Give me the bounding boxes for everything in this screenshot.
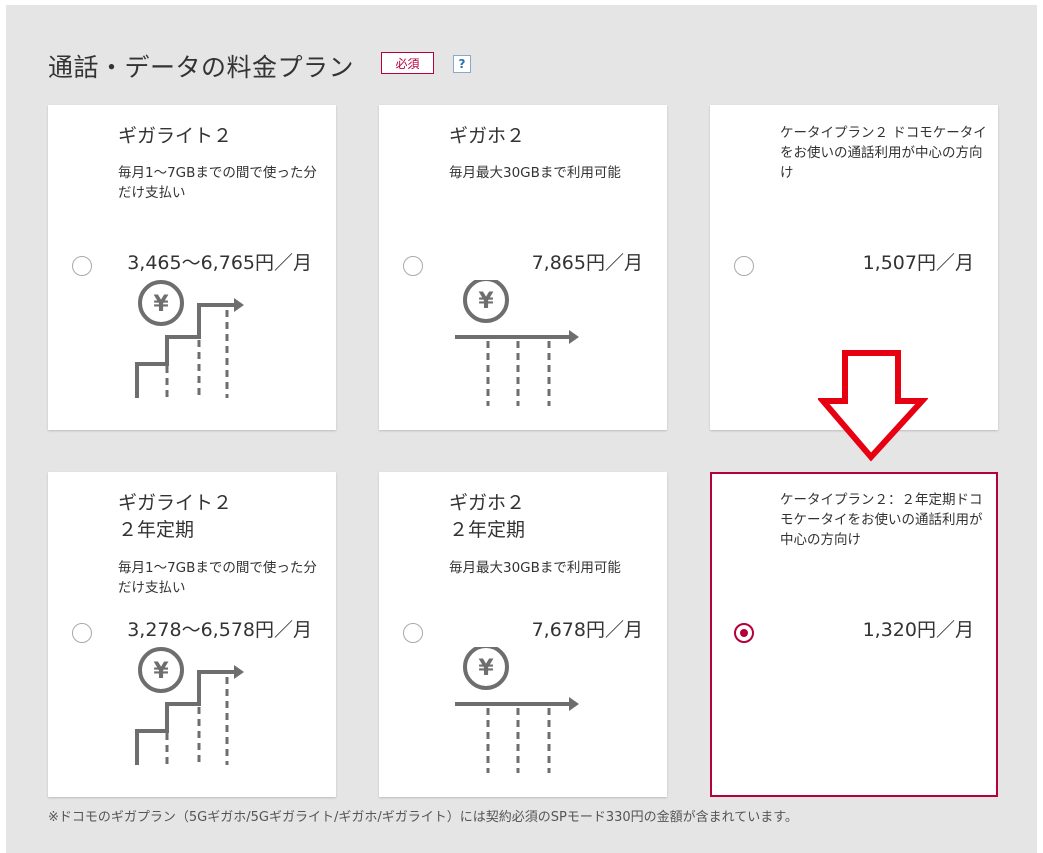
- plan-card-gigalite2[interactable]: ギガライト２ 毎月1〜7GBまでの間で使った分だけ支払い 3,465〜6,765…: [48, 105, 336, 430]
- plan-description: ケータイプラン２：２年定期ドコモケータイをお使いの通話利用が中心の方向け: [780, 492, 983, 548]
- flat-usage-yen-icon: ¥: [455, 647, 579, 773]
- plan-radio-button-selected[interactable]: [734, 623, 754, 643]
- stepped-usage-yen-icon: ¥: [135, 280, 244, 398]
- required-badge: 必須: [381, 52, 434, 74]
- help-icon[interactable]: ?: [453, 55, 471, 73]
- plan-description: 毎月1〜7GBまでの間で使った分だけ支払い: [118, 560, 317, 596]
- plan-price: 1,320円／月: [862, 619, 974, 641]
- flat-usage-yen-icon: ¥: [455, 280, 579, 406]
- plan-radio-button[interactable]: [72, 623, 92, 643]
- plan-card-gigaho2-2year[interactable]: ギガホ２ ２年定期 毎月最大30GBまで利用可能 7,678円／月 ¥: [379, 472, 667, 797]
- plan-description: ケータイプラン２ ドコモケータイをお使いの通話利用が中心の方向け: [780, 125, 987, 181]
- plan-card-keitai2-2year[interactable]: ケータイプラン２：２年定期ドコモケータイをお使いの通話利用が中心の方向け 1,3…: [710, 472, 998, 797]
- plan-card-gigalite2-2year[interactable]: ギガライト２ ２年定期 毎月1〜7GBまでの間で使った分だけ支払い 3,278〜…: [48, 472, 336, 797]
- svg-text:¥: ¥: [478, 656, 494, 681]
- plan-description: 毎月最大30GBまで利用可能: [449, 560, 621, 576]
- plan-price: 7,865円／月: [531, 252, 643, 274]
- stepped-usage-yen-icon: ¥: [135, 647, 244, 765]
- plan-name: ギガライト２ ２年定期: [118, 492, 233, 541]
- page-title: 通話・データの料金プラン: [48, 53, 355, 82]
- svg-text:¥: ¥: [153, 659, 169, 684]
- svg-text:¥: ¥: [153, 292, 169, 317]
- svg-text:¥: ¥: [478, 289, 494, 314]
- plan-price: 3,278〜6,578円／月: [127, 619, 312, 641]
- plan-card-gigaho2[interactable]: ギガホ２ 毎月最大30GBまで利用可能 7,865円／月 ¥: [379, 105, 667, 430]
- plan-name: ギガホ２ ２年定期: [449, 492, 526, 541]
- plan-price: 1,507円／月: [862, 252, 974, 274]
- plan-description: 毎月1〜7GBまでの間で使った分だけ支払い: [118, 165, 317, 201]
- plan-name: ギガホ２: [449, 125, 526, 147]
- plan-description: 毎月最大30GBまで利用可能: [449, 165, 621, 181]
- red-down-arrow-icon: [818, 350, 928, 462]
- plan-radio-button[interactable]: [72, 256, 92, 276]
- plan-price: 3,465〜6,765円／月: [127, 252, 312, 274]
- plan-radio-button[interactable]: [403, 623, 423, 643]
- plan-radio-button[interactable]: [734, 256, 754, 276]
- footnote: ※ドコモのギガプラン（5Gギガホ/5Gギガライト/ギガホ/ギガライト）には契約必…: [48, 810, 798, 825]
- plan-name: ギガライト２: [118, 125, 233, 147]
- plan-price: 7,678円／月: [531, 619, 643, 641]
- plan-radio-button[interactable]: [403, 256, 423, 276]
